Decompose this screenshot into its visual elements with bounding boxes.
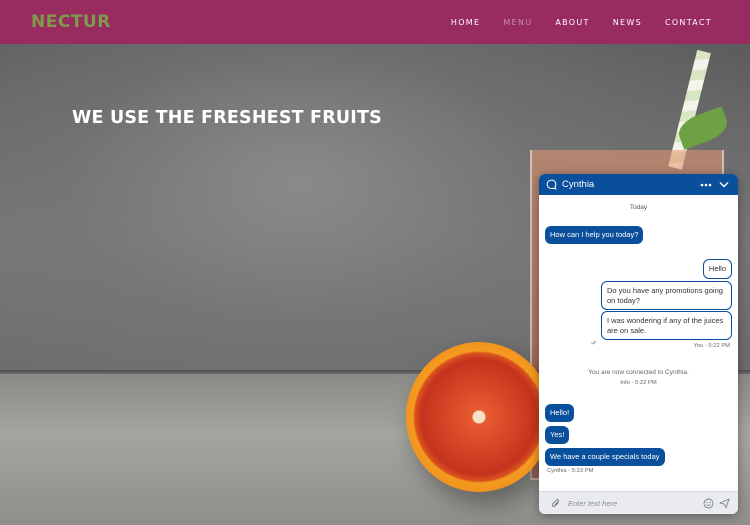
chat-bubble-icon xyxy=(546,179,557,190)
user-message: Hello xyxy=(702,259,732,279)
nav-link-about[interactable]: ABOUT xyxy=(555,18,589,27)
chat-header: Cynthia xyxy=(539,174,738,195)
top-navbar: NECTUR HOME MENU ABOUT NEWS CONTACT xyxy=(0,0,750,44)
chat-widget: Cynthia Today How can I help you today? … xyxy=(539,174,738,514)
agent-message: Yes! xyxy=(545,426,570,444)
user-message: Do you have any promotions going on toda… xyxy=(601,281,732,310)
site-logo[interactable]: NECTUR xyxy=(31,12,111,32)
chat-input-bar xyxy=(539,491,738,514)
chevron-down-icon[interactable] xyxy=(717,178,731,192)
nav-links: HOME MENU ABOUT NEWS CONTACT xyxy=(451,18,712,27)
nav-link-home[interactable]: HOME xyxy=(451,18,480,27)
agent-message: Hello! xyxy=(545,404,575,422)
emoji-icon[interactable] xyxy=(702,497,715,510)
chat-message-input[interactable] xyxy=(568,498,699,508)
read-receipt-icon xyxy=(590,332,598,350)
paperclip-icon[interactable] xyxy=(549,497,562,510)
user-message: I was wondering if any of the juices are… xyxy=(601,311,732,340)
hero-heading: WE USE THE FRESHEST FRUITS xyxy=(72,108,382,128)
chat-agent-name: Cynthia xyxy=(562,179,595,190)
more-options-icon[interactable] xyxy=(699,178,713,192)
nav-link-contact[interactable]: CONTACT xyxy=(665,18,712,27)
chat-transcript[interactable]: Today How can I help you today? Hello Do… xyxy=(539,195,738,491)
agent-message-meta: Cynthia - 5:23 PM xyxy=(547,468,594,474)
agent-message: We have a couple specials today xyxy=(545,448,665,466)
date-label: Today xyxy=(629,204,648,211)
system-message-meta: Info - 5:22 PM xyxy=(620,380,657,386)
user-message-meta: You - 5:22 PM xyxy=(693,343,730,349)
system-message: You are now connected to Cynthia. xyxy=(588,369,689,376)
blood-orange-image xyxy=(406,342,552,492)
send-icon[interactable] xyxy=(718,497,731,510)
nav-link-menu[interactable]: MENU xyxy=(503,18,532,27)
agent-message: How can I help you today? xyxy=(545,226,644,244)
nav-link-news[interactable]: NEWS xyxy=(613,18,642,27)
